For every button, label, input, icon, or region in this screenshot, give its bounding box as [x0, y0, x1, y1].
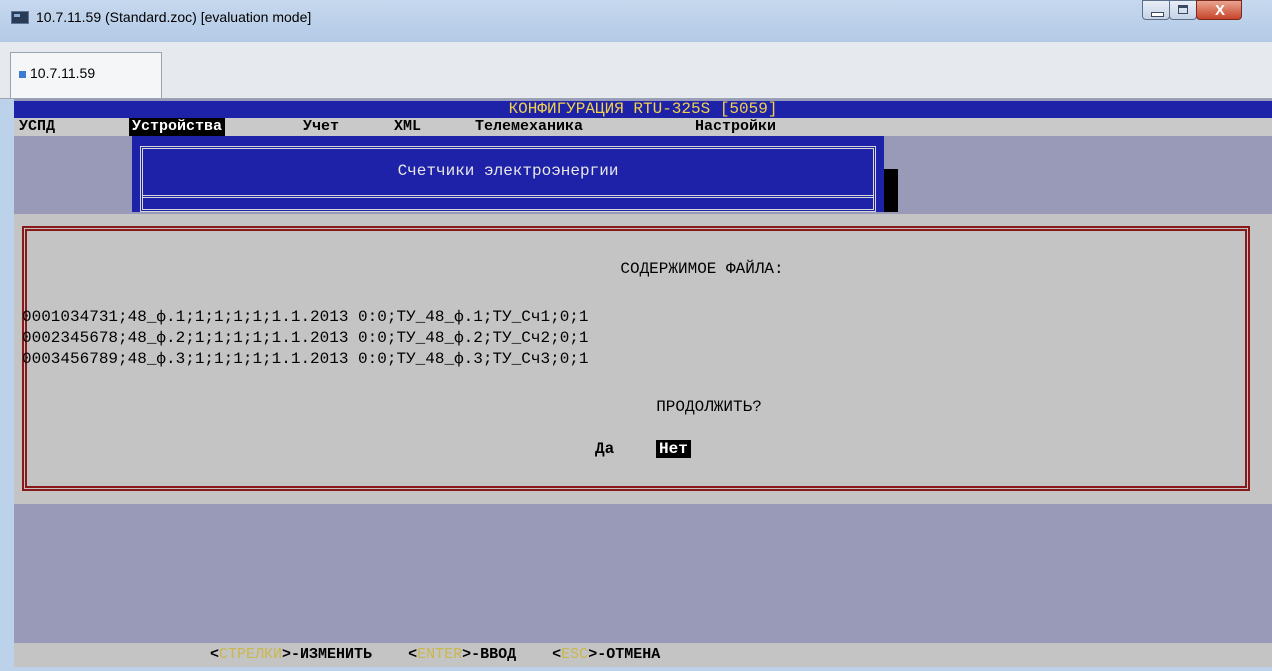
- minimize-icon: [1151, 12, 1164, 17]
- background-window-shadow: [884, 169, 898, 212]
- hint-esc: <ESC>-ОТМЕНА: [552, 646, 661, 663]
- dialog-heading: СОДЕРЖИМОЕ ФАЙЛА:: [620, 260, 784, 278]
- close-button[interactable]: X: [1196, 0, 1242, 20]
- menu-item-settings[interactable]: Настройки: [692, 118, 779, 136]
- terminal-status-bar: <СТРЕЛКИ>-ИЗМЕНИТЬ <ENTER>-ВВОД <ESC>-ОТ…: [14, 643, 1272, 667]
- hint-enter: <ENTER>-ВВОД: [408, 646, 517, 663]
- continue-prompt: ПРОДОЛЖИТЬ?: [656, 398, 762, 416]
- file-line: 0001034731;48_ф.1;1;1;1;1;1.1.2013 0:0;Т…: [22, 308, 589, 326]
- background-window-frame: Счетчики электроэнергии: [140, 146, 876, 212]
- tab-session[interactable]: 10.7.11.59: [10, 52, 162, 99]
- terminal-header: КОНФИГУРАЦИЯ RTU-325S [5059]: [14, 101, 1272, 118]
- close-icon: X: [1214, 2, 1225, 19]
- window-titlebar[interactable]: 10.7.11.59 (Standard.zoc) [evaluation mo…: [0, 0, 1272, 42]
- window-title: 10.7.11.59 (Standard.zoc) [evaluation mo…: [36, 9, 312, 25]
- minimize-button[interactable]: [1142, 0, 1170, 20]
- hint-action-enter: -ВВОД: [471, 646, 517, 663]
- terminal-screen[interactable]: КОНФИГУРАЦИЯ RTU-325S [5059] УСПД Устрой…: [14, 99, 1272, 667]
- menu-item-accounting[interactable]: Учет: [300, 118, 342, 136]
- terminal-menubar: УСПД Устройства Учет XML Телемеханика На…: [14, 118, 1272, 136]
- menu-item-devices[interactable]: Устройства: [129, 118, 226, 136]
- status-hints: <СТРЕЛКИ>-ИЗМЕНИТЬ <ENTER>-ВВОД <ESC>-ОТ…: [210, 646, 660, 663]
- yes-button[interactable]: Да: [592, 440, 617, 458]
- hint-arrows: <СТРЕЛКИ>-ИЗМЕНИТЬ: [210, 646, 373, 663]
- file-line: 0003456789;48_ф.3;1;1;1;1;1.1.2013 0:0;Т…: [22, 350, 589, 368]
- hint-key-enter: ENTER: [417, 646, 463, 663]
- background-window-separator: [143, 195, 873, 198]
- menu-item-telemechanics[interactable]: Телемеханика: [472, 118, 586, 136]
- tab-label: 10.7.11.59: [30, 65, 96, 81]
- hint-key-arrows: СТРЕЛКИ: [219, 646, 283, 663]
- hint-action-cancel: -ОТМЕНА: [597, 646, 661, 663]
- menu-item-uspd[interactable]: УСПД: [16, 118, 58, 136]
- terminal-app-icon: [11, 11, 29, 24]
- file-line: 0002345678;48_ф.2;1;1;1;1;1.1.2013 0:0;Т…: [22, 329, 589, 347]
- session-status-icon: [19, 71, 26, 78]
- tab-strip: 10.7.11.59: [0, 42, 1272, 99]
- background-window: Счетчики электроэнергии: [132, 136, 884, 212]
- hint-action-change: -ИЗМЕНИТЬ: [291, 646, 373, 663]
- file-contents-dialog: СОДЕРЖИМОЕ ФАЙЛА: 0001034731;48_ф.1;1;1;…: [14, 214, 1272, 504]
- menu-item-xml[interactable]: XML: [391, 118, 424, 136]
- background-window-title: Счетчики электроэнергии: [397, 162, 619, 180]
- maximize-button[interactable]: [1169, 0, 1197, 20]
- terminal-title: КОНФИГУРАЦИЯ RTU-325S [5059]: [508, 100, 778, 118]
- maximize-icon: [1178, 5, 1188, 14]
- hint-key-esc: ESC: [561, 646, 589, 663]
- no-button[interactable]: Нет: [656, 440, 691, 458]
